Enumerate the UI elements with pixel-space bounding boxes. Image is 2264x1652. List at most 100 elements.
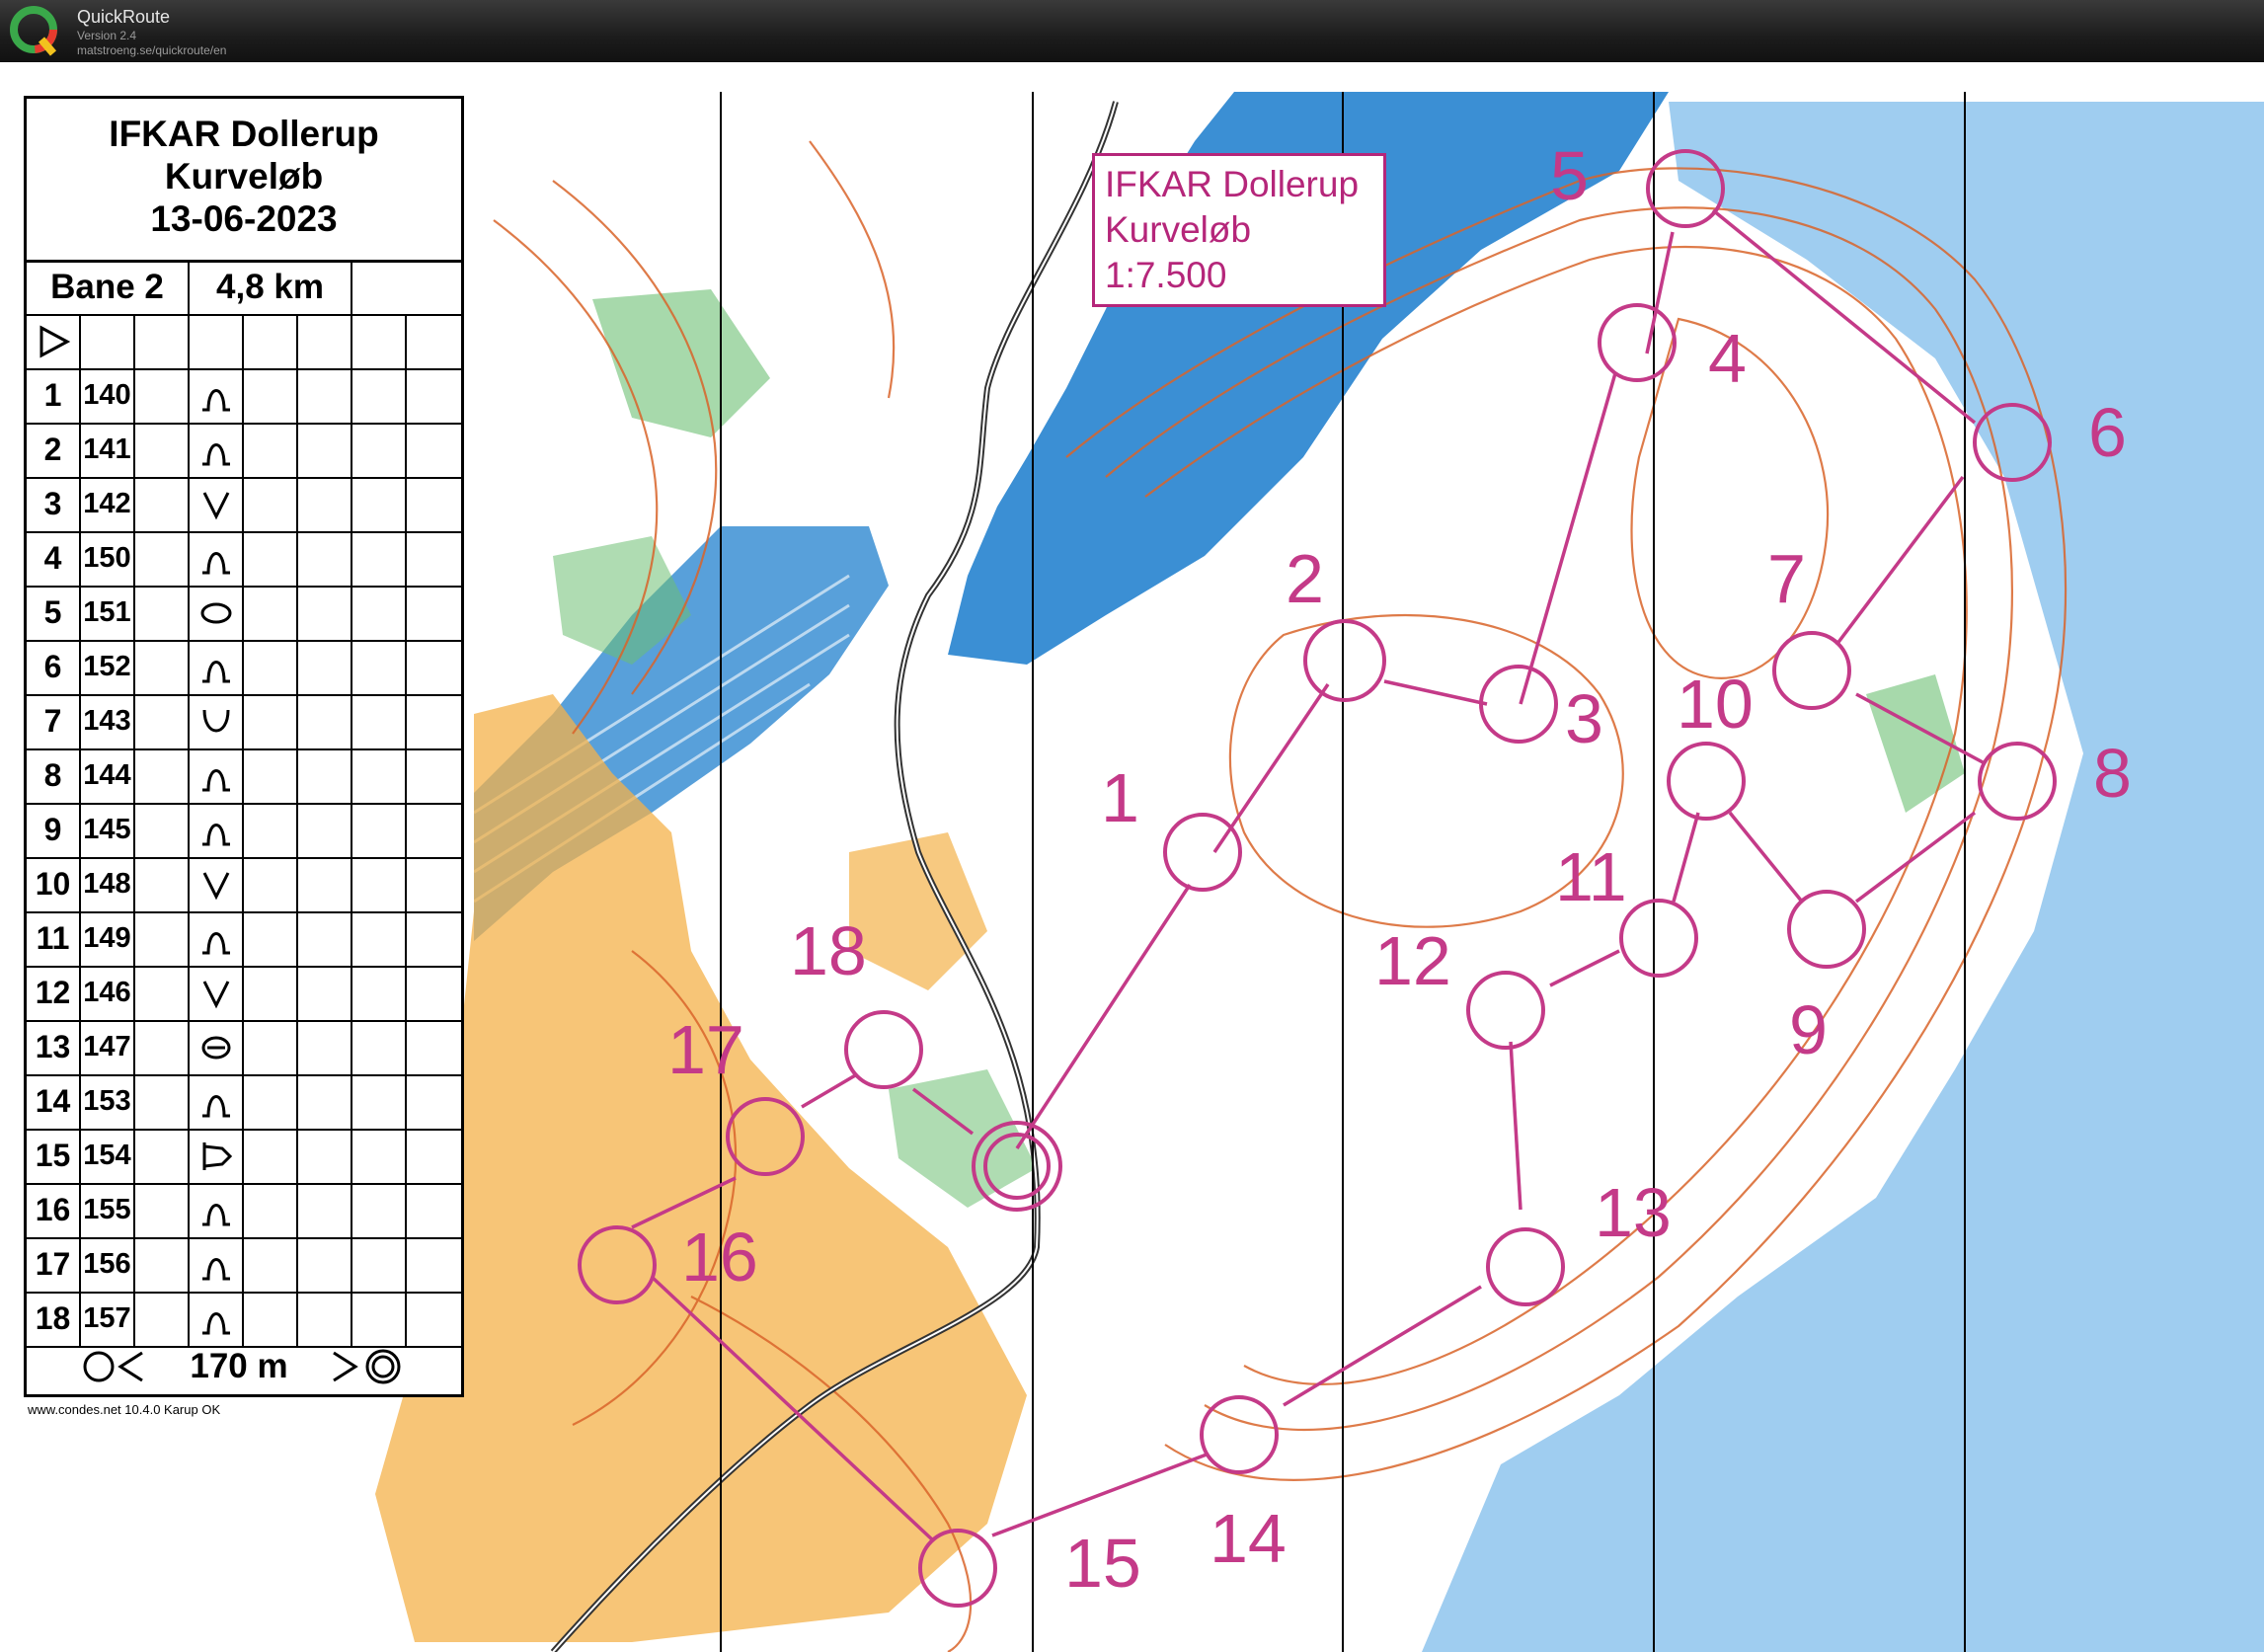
control-row: 13 147 xyxy=(27,1020,461,1076)
map-label-14: 14 xyxy=(1210,1500,1287,1577)
control-number: 3 xyxy=(27,477,81,531)
course-length: 4,8 km xyxy=(190,260,352,314)
reentrant-icon xyxy=(190,477,244,531)
control-9 xyxy=(1787,890,1866,969)
app-title: QuickRoute xyxy=(77,7,171,27)
control-1 xyxy=(1163,813,1242,892)
description-header: IFKAR Dollerup Kurveløb 13-06-2023 xyxy=(27,99,461,263)
control-row: 17 156 xyxy=(27,1237,461,1294)
control-number: 1 xyxy=(27,368,81,423)
control-code: 142 xyxy=(81,477,135,531)
control-row: 3 142 xyxy=(27,477,461,533)
map-label-9: 9 xyxy=(1789,991,1828,1068)
control-row: 7 143 xyxy=(27,694,461,750)
control-number: 5 xyxy=(27,586,81,640)
sea-area xyxy=(1422,102,2264,1652)
control-row: 5 151 xyxy=(27,586,461,642)
control-number: 8 xyxy=(27,748,81,803)
control-7 xyxy=(1772,631,1851,710)
control-code: 147 xyxy=(81,1020,135,1074)
control-number: 17 xyxy=(27,1237,81,1292)
control-code: 154 xyxy=(81,1129,135,1183)
map-label-2: 2 xyxy=(1286,540,1324,617)
description-event-date: 13-06-2023 xyxy=(150,198,338,239)
knoll-icon xyxy=(190,586,244,640)
control-code: 155 xyxy=(81,1183,135,1237)
finish-start-icon xyxy=(83,1351,144,1381)
hill-icon xyxy=(190,803,244,857)
hill-icon xyxy=(190,1183,244,1237)
control-row: 14 153 xyxy=(27,1074,461,1131)
control-3 xyxy=(1479,665,1558,744)
quickroute-logo-icon xyxy=(10,6,57,56)
hill-icon xyxy=(190,911,244,966)
control-code: 141 xyxy=(81,423,135,477)
hill-icon xyxy=(190,368,244,423)
finish-distance: 170 m xyxy=(190,1346,288,1385)
control-number: 13 xyxy=(27,1020,81,1074)
map-canvas[interactable]: 1 2 3 4 5 6 7 8 9 10 11 12 13 14 15 16 1… xyxy=(0,62,2264,1652)
app-version: Version 2.4 xyxy=(77,29,137,42)
hill-icon xyxy=(190,1074,244,1129)
map-label-15: 15 xyxy=(1064,1525,1141,1602)
map-label-1: 1 xyxy=(1101,759,1139,836)
map-label-11: 11 xyxy=(1555,838,1627,915)
control-number: 12 xyxy=(27,966,81,1020)
control-row: 12 146 xyxy=(27,966,461,1022)
control-code: 148 xyxy=(81,857,135,911)
finish-end-icon xyxy=(332,1349,401,1383)
title-bar: QuickRoute Version 2.4 matstroeng.se/qui… xyxy=(0,0,2264,62)
control-13 xyxy=(1486,1227,1565,1306)
start-row xyxy=(27,314,461,370)
spur-icon xyxy=(190,1129,244,1183)
map-label-10: 10 xyxy=(1677,666,1754,743)
depression-icon xyxy=(190,694,244,748)
control-11 xyxy=(1619,899,1698,978)
hill-icon xyxy=(190,1237,244,1292)
control-8 xyxy=(1978,742,2057,821)
control-number: 14 xyxy=(27,1074,81,1129)
control-row: 10 148 xyxy=(27,857,461,913)
map-title-scale: 1:7.500 xyxy=(1105,255,1227,295)
hill-icon xyxy=(190,748,244,803)
control-row: 11 149 xyxy=(27,911,461,968)
map-label-7: 7 xyxy=(1767,540,1806,617)
control-code: 146 xyxy=(81,966,135,1020)
reentrant-icon xyxy=(190,857,244,911)
hill-icon xyxy=(190,531,244,586)
control-14 xyxy=(1200,1395,1279,1474)
description-event-name: IFKAR Dollerup xyxy=(109,114,379,154)
control-row: 16 155 xyxy=(27,1183,461,1239)
control-number: 4 xyxy=(27,531,81,586)
control-row: 1 140 xyxy=(27,368,461,425)
control-row: 4 150 xyxy=(27,531,461,588)
control-code: 150 xyxy=(81,531,135,586)
control-row: 8 144 xyxy=(27,748,461,805)
vegetation-3 xyxy=(889,1069,1037,1208)
map-title-type: Kurveløb xyxy=(1105,209,1252,250)
map-title-box: IFKAR Dollerup Kurveløb 1:7.500 xyxy=(1092,153,1386,307)
app-url[interactable]: matstroeng.se/quickroute/en xyxy=(77,43,226,57)
control-number: 10 xyxy=(27,857,81,911)
description-event-type: Kurveløb xyxy=(164,156,324,197)
map-label-16: 16 xyxy=(681,1219,758,1296)
map-label-6: 6 xyxy=(2088,394,2127,471)
control-code: 140 xyxy=(81,368,135,423)
control-code: 144 xyxy=(81,748,135,803)
map-label-5: 5 xyxy=(1550,137,1589,214)
condes-credit: www.condes.net 10.4.0 Karup OK xyxy=(28,1402,221,1417)
control-4 xyxy=(1598,303,1677,382)
control-description-sheet: IFKAR Dollerup Kurveløb 13-06-2023 Bane … xyxy=(24,96,464,1397)
finish-row: 170 m xyxy=(27,1338,461,1394)
map-label-8: 8 xyxy=(2093,735,2132,812)
control-code: 145 xyxy=(81,803,135,857)
control-code: 143 xyxy=(81,694,135,748)
control-code: 151 xyxy=(81,586,135,640)
control-code: 152 xyxy=(81,640,135,694)
map-label-17: 17 xyxy=(667,1011,744,1088)
map-label-4: 4 xyxy=(1708,320,1747,397)
control-10 xyxy=(1667,742,1746,821)
control-row: 15 154 xyxy=(27,1129,461,1185)
map-label-3: 3 xyxy=(1565,680,1603,757)
control-number: 16 xyxy=(27,1183,81,1237)
